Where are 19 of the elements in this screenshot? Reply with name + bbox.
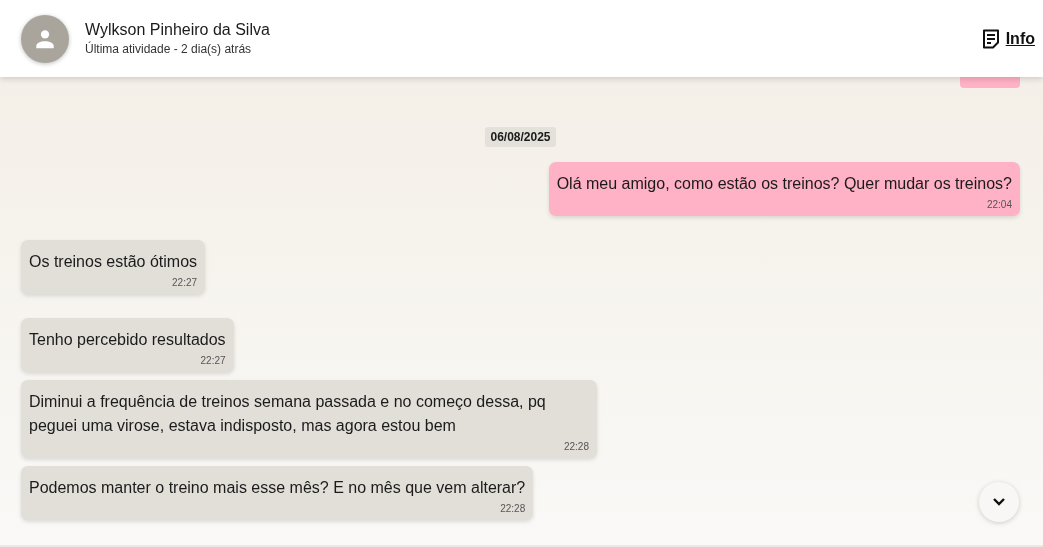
message-time: 22:27 [172, 277, 198, 288]
info-link[interactable]: Info [981, 28, 1035, 49]
last-activity: Última atividade - 2 dia(s) atrás [85, 42, 253, 56]
message-text: Diminui a frequência de treinos semana passada e no começo dessa, pq peguei uma virose, estava indisposto, mas agora estou bem [29, 392, 547, 436]
message-text: Olá meu amigo, como estão os treinos? Quer mudar os treinos? [556, 174, 1012, 194]
scroll-down-button[interactable] [979, 482, 1019, 522]
message-time: 22:27 [200, 355, 226, 366]
contact-name: Wylkson Pinheiro da Silva [85, 21, 271, 39]
message-time: 22:28 [563, 441, 589, 452]
message-time: 22:28 [500, 503, 526, 514]
message-text: Os treinos estão ótimos [29, 252, 198, 272]
message-time: 22:04 [986, 199, 1012, 210]
chevron-down-icon [992, 497, 1006, 507]
avatar-icon [21, 14, 69, 63]
message-text: Podemos manter o treino mais esse mês? E no mês que vem alterar? [29, 478, 526, 498]
date-separator: 06/08/2025 [485, 127, 556, 147]
document-icon [981, 28, 1000, 49]
message-bubble [960, 77, 1020, 88]
message-text: Tenho percebido resultados [29, 330, 226, 350]
